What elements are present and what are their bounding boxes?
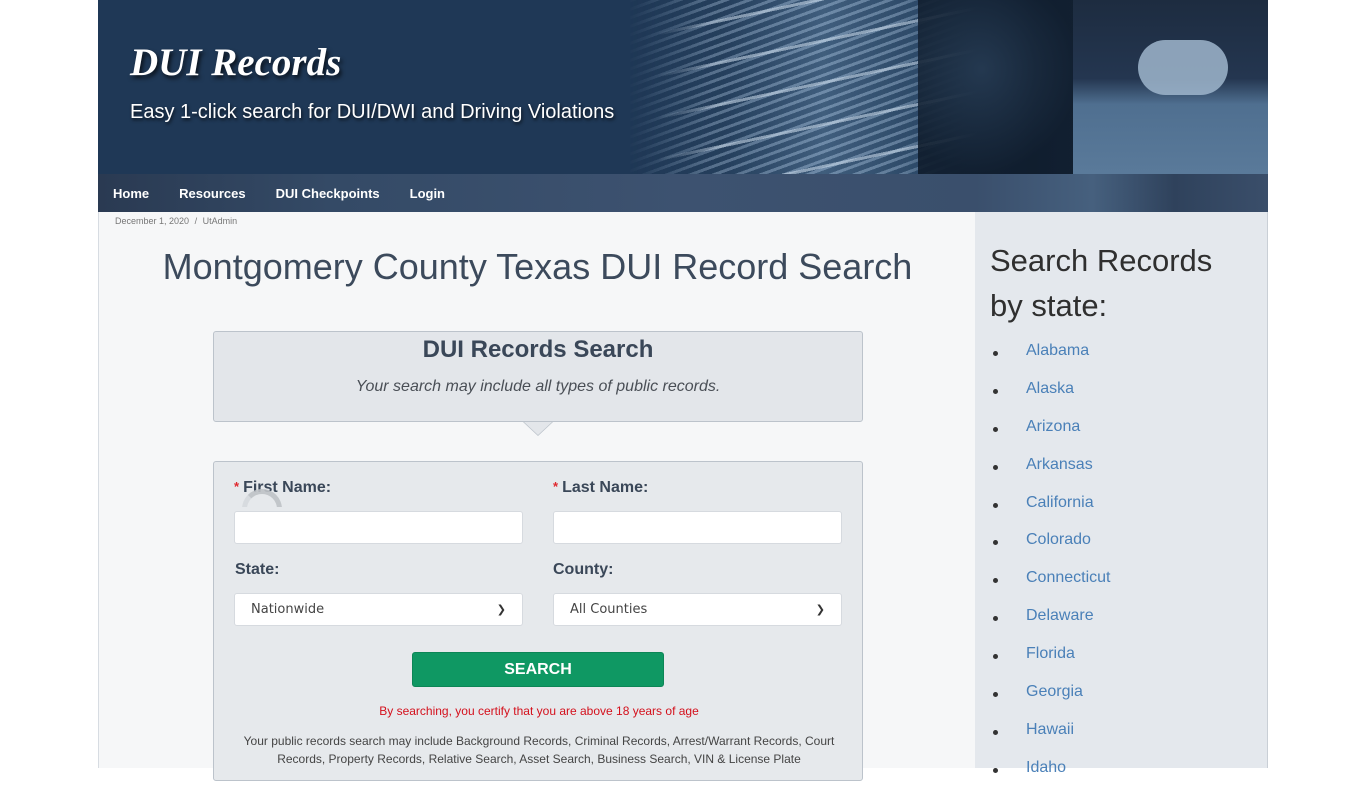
- post-meta: December 1, 2020 / UtAdmin: [115, 216, 237, 226]
- post-date: December 1, 2020: [115, 216, 190, 226]
- first-name-input[interactable]: [234, 511, 523, 544]
- site-title[interactable]: DUI Records: [130, 40, 341, 85]
- state-list-item: Connecticut: [993, 569, 1113, 607]
- page: DUI Records Easy 1-click search for DUI/…: [98, 0, 1268, 781]
- last-name-input[interactable]: [553, 511, 842, 544]
- county-label: County:: [553, 561, 614, 578]
- state-list-item: Delaware: [993, 607, 1113, 645]
- nav-item-dui-checkpoints[interactable]: DUI Checkpoints: [276, 186, 380, 201]
- banner-handcuffs-image: [1138, 40, 1228, 95]
- search-heading: DUI Records Search: [422, 336, 654, 363]
- banner-car-image: [918, 0, 1078, 174]
- main-content: December 1, 2020 / UtAdmin Montgomery Co…: [98, 212, 975, 781]
- main-nav: Home Resources DUI Checkpoints Login: [98, 174, 1268, 212]
- state-list-item: Colorado: [993, 531, 1113, 569]
- meta-separator: /: [194, 216, 198, 226]
- state-list-item: Florida: [993, 645, 1113, 683]
- state-list-item: Arkansas: [993, 456, 1113, 494]
- state-list-item: Alabama: [993, 342, 1113, 380]
- nav-item-resources[interactable]: Resources: [179, 186, 245, 201]
- state-link-georgia[interactable]: Georgia: [1007, 683, 1083, 700]
- last-name-label: * Last Name:: [553, 479, 648, 497]
- state-list-item: Idaho: [993, 759, 1113, 797]
- sidebar-heading: Search Records by state:: [990, 243, 1213, 323]
- state-link-colorado[interactable]: Colorado: [1007, 531, 1091, 548]
- state-link-connecticut[interactable]: Connecticut: [1007, 569, 1111, 586]
- state-select[interactable]: Nationwide ❯: [234, 593, 523, 626]
- header-banner: DUI Records Easy 1-click search for DUI/…: [98, 0, 1268, 174]
- intro-pointer: [524, 422, 552, 435]
- county-select[interactable]: All Counties ❯: [553, 593, 842, 626]
- chevron-down-icon: ❯: [815, 603, 825, 616]
- state-list: Alabama Alaska Arizona Arkansas Californ…: [993, 342, 1113, 797]
- nav-item-login[interactable]: Login: [410, 186, 445, 201]
- required-marker: *: [553, 479, 559, 494]
- state-list-item: California: [993, 494, 1113, 532]
- county-selected-value: All Counties: [570, 602, 648, 617]
- state-link-florida[interactable]: Florida: [1007, 645, 1075, 662]
- search-disclaimer: Your public records search may include B…: [243, 734, 835, 766]
- state-label: State:: [235, 561, 280, 578]
- last-name-label-text: Last Name:: [562, 479, 649, 496]
- post-author[interactable]: UtAdmin: [203, 216, 238, 226]
- state-list-item: Arizona: [993, 418, 1113, 456]
- state-link-alaska[interactable]: Alaska: [1007, 380, 1074, 397]
- state-link-delaware[interactable]: Delaware: [1007, 607, 1094, 624]
- state-list-item: Hawaii: [993, 721, 1113, 759]
- nav-item-home[interactable]: Home: [113, 186, 149, 201]
- search-button[interactable]: SEARCH: [412, 652, 664, 687]
- search-intro-box: DUI Records Search Your search may inclu…: [213, 331, 863, 422]
- state-link-california[interactable]: California: [1007, 494, 1094, 511]
- search-subtitle: Your search may include all types of pub…: [355, 378, 721, 395]
- page-title: Montgomery County Texas DUI Record Searc…: [162, 246, 913, 287]
- state-link-alabama[interactable]: Alabama: [1007, 342, 1089, 359]
- state-selected-value: Nationwide: [251, 602, 325, 617]
- state-list-item: Alaska: [993, 380, 1113, 418]
- state-link-hawaii[interactable]: Hawaii: [1007, 721, 1074, 738]
- search-form: * First Name: * Last Name: State: Nationwi…: [213, 461, 863, 781]
- state-link-idaho[interactable]: Idaho: [1007, 759, 1066, 776]
- state-list-item: Georgia: [993, 683, 1113, 721]
- required-marker: *: [234, 479, 240, 494]
- age-certification-note: By searching, you certify that you are a…: [379, 704, 699, 718]
- state-link-arizona[interactable]: Arizona: [1007, 418, 1080, 435]
- sidebar: Search Records by state: Alabama Alaska …: [975, 212, 1268, 776]
- site-tagline: Easy 1-click search for DUI/DWI and Driv…: [130, 101, 615, 123]
- state-link-arkansas[interactable]: Arkansas: [1007, 456, 1093, 473]
- chevron-down-icon: ❯: [496, 603, 506, 616]
